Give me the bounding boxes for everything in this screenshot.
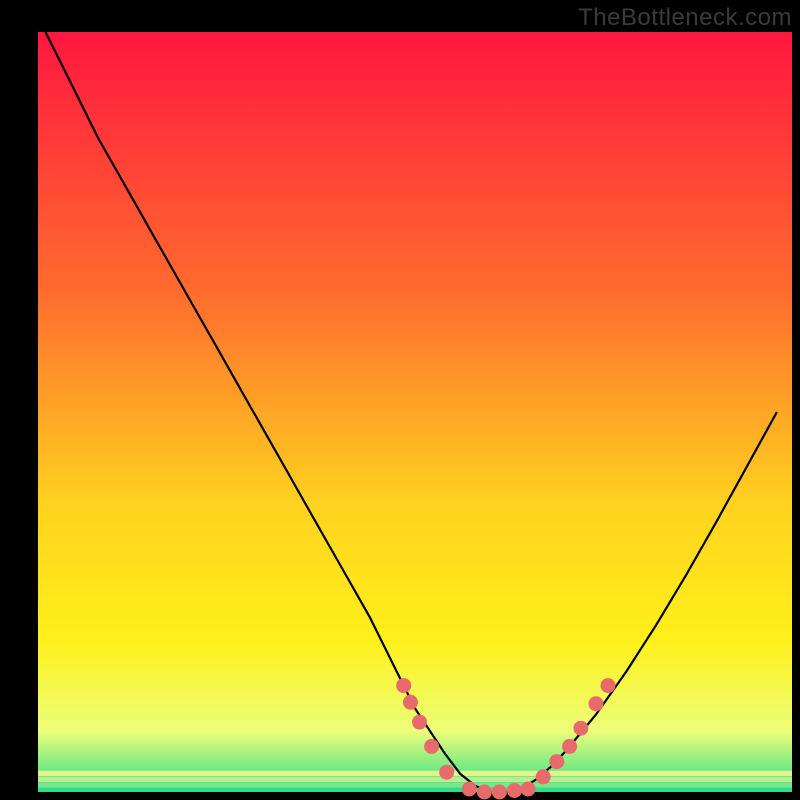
marker-dot bbox=[549, 754, 564, 769]
chart-container: TheBottleneck.com bbox=[0, 0, 800, 800]
marker-dot bbox=[521, 782, 536, 797]
marker-dot bbox=[536, 769, 551, 784]
bottleneck-chart bbox=[0, 0, 800, 800]
marker-dot bbox=[573, 721, 588, 736]
green-band bbox=[38, 783, 792, 788]
marker-dot bbox=[396, 678, 411, 693]
marker-dot bbox=[412, 715, 427, 730]
green-bands bbox=[38, 771, 792, 788]
green-band bbox=[38, 777, 792, 782]
green-band bbox=[38, 771, 792, 776]
marker-dot bbox=[439, 765, 454, 780]
marker-dot bbox=[424, 739, 439, 754]
watermark-text: TheBottleneck.com bbox=[578, 4, 792, 32]
marker-dot bbox=[601, 678, 616, 693]
marker-dot bbox=[492, 785, 507, 800]
marker-dot bbox=[462, 782, 477, 797]
marker-dot bbox=[562, 739, 577, 754]
marker-dot bbox=[477, 785, 492, 800]
gradient-background bbox=[38, 32, 792, 792]
marker-dot bbox=[403, 695, 418, 710]
marker-dot bbox=[589, 696, 604, 711]
marker-dot bbox=[507, 783, 522, 798]
